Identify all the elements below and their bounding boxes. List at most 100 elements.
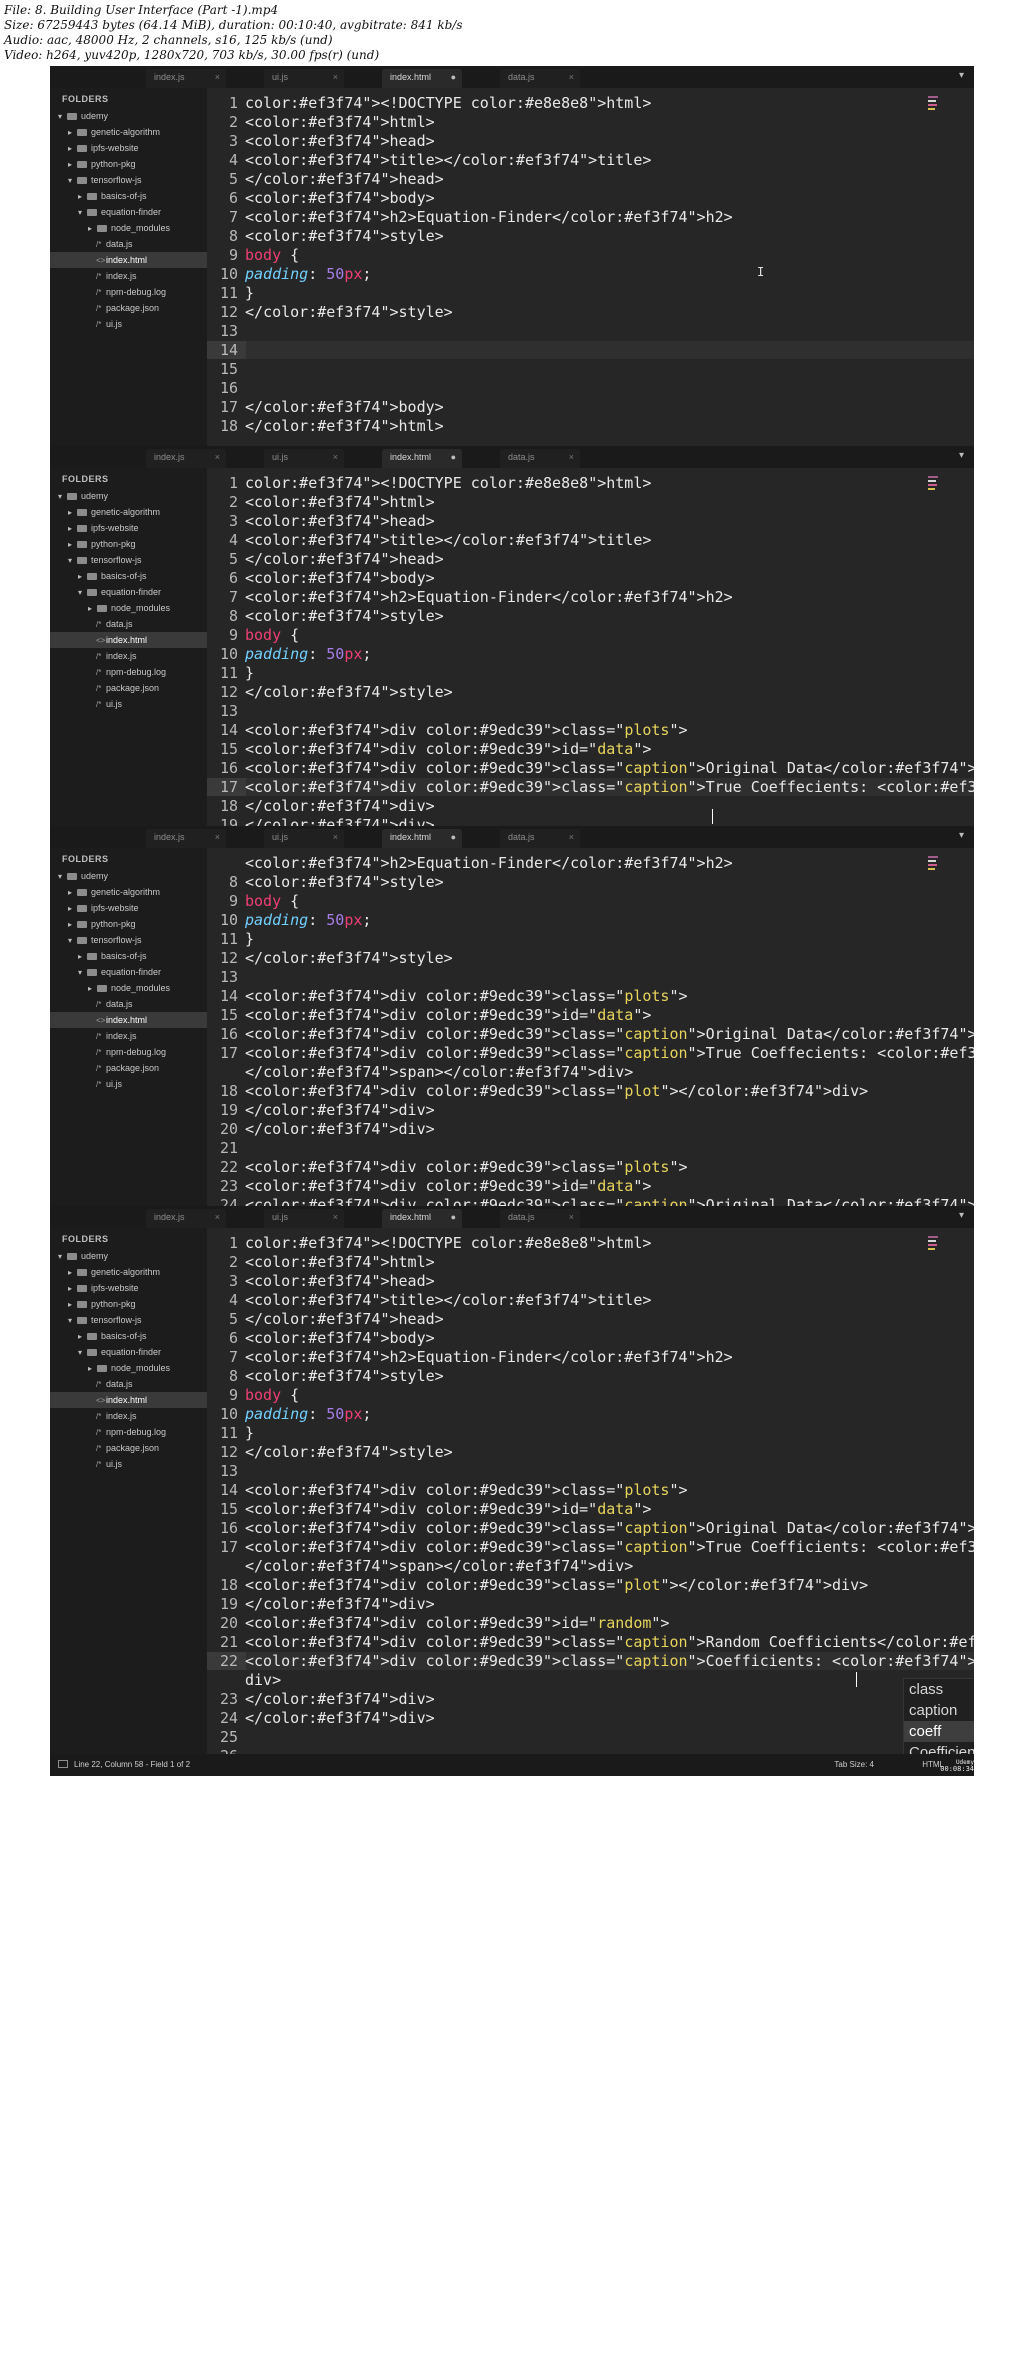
sidebar-item-ipfs-website[interactable]: ▸ ipfs-website	[50, 520, 207, 536]
sidebar-item-node-modules[interactable]: ▸ node_modules	[50, 220, 207, 236]
code-line[interactable]: 15 <color:#ef3f74">div color:#9edc39">id…	[207, 1500, 974, 1519]
code-line[interactable]: 9 body {	[207, 892, 974, 911]
tab-menu-icon[interactable]: ▾	[959, 70, 964, 81]
close-icon[interactable]: ×	[333, 1212, 338, 1222]
sidebar-item-tensorflow-js[interactable]: ▾ tensorflow-js	[50, 172, 207, 188]
code-line[interactable]: 12 </color:#ef3f74">style>	[207, 303, 974, 322]
code-line[interactable]: 14 <color:#ef3f74">div color:#9edc39">cla…	[207, 1481, 974, 1500]
code-line[interactable]: 20 <color:#ef3f74">div color:#9edc39">id…	[207, 1614, 974, 1633]
code-line[interactable]: 15	[207, 360, 974, 379]
code-line[interactable]: 10 padding: 50px;	[207, 911, 974, 930]
code-line[interactable]: 17 <color:#ef3f74">div color:#9edc39">cl…	[207, 1044, 974, 1063]
code-line[interactable]: div>	[207, 1671, 974, 1690]
code-line[interactable]: 9 body {	[207, 246, 974, 265]
code-line[interactable]: 5 </color:#ef3f74">head>	[207, 1310, 974, 1329]
sidebar-item-npm-debug-log[interactable]: /* npm-debug.log	[50, 1044, 207, 1060]
close-icon[interactable]: ×	[569, 1212, 574, 1222]
code-line[interactable]: 20 </color:#ef3f74">div>	[207, 1120, 974, 1139]
sidebar-item-equation-finder[interactable]: ▾ equation-finder	[50, 1344, 207, 1360]
tab-index-html[interactable]: index.html ●	[382, 69, 462, 88]
sidebar-item-basics-of-js[interactable]: ▸ basics-of-js	[50, 1328, 207, 1344]
code-line[interactable]: 7 <color:#ef3f74">h2>Equation-Finder</col…	[207, 1348, 974, 1367]
code-line[interactable]: 22 <color:#ef3f74">div color:#9edc39">cl…	[207, 1652, 974, 1671]
close-icon[interactable]: ×	[569, 72, 574, 82]
sidebar-item-package-json[interactable]: /* package.json	[50, 300, 207, 316]
sidebar-item-ui-js[interactable]: /* ui.js	[50, 696, 207, 712]
code-line[interactable]: 1 color:#ef3f74"><!DOCTYPE color:#e8e8e8"…	[207, 1234, 974, 1253]
sidebar-item-tensorflow-js[interactable]: ▾ tensorflow-js	[50, 552, 207, 568]
tab-index-js[interactable]: index.js ×	[146, 1209, 226, 1228]
code-line[interactable]: 8 <color:#ef3f74">style>	[207, 227, 974, 246]
code-line[interactable]: 16	[207, 379, 974, 398]
code-line[interactable]: 2 <color:#ef3f74">html>	[207, 493, 974, 512]
code-line[interactable]: 13	[207, 968, 974, 987]
sidebar-item-ui-js[interactable]: /* ui.js	[50, 1456, 207, 1472]
code-line[interactable]: 10 padding: 50px;	[207, 265, 974, 284]
code-line[interactable]: 3 <color:#ef3f74">head>	[207, 132, 974, 151]
code-line[interactable]: 4 <color:#ef3f74">title></color:#ef3f74"…	[207, 151, 974, 170]
close-icon[interactable]: ×	[215, 452, 220, 462]
code-line[interactable]: </color:#ef3f74">span></color:#ef3f74">d…	[207, 1063, 974, 1082]
code-line[interactable]: 1 color:#ef3f74"><!DOCTYPE color:#e8e8e8"…	[207, 474, 974, 493]
code-line[interactable]: 25	[207, 1728, 974, 1747]
code-line[interactable]: 17 </color:#ef3f74">body>	[207, 398, 974, 417]
tab-index-html[interactable]: index.html ●	[382, 1209, 462, 1228]
sidebar-item-data-js[interactable]: /* data.js	[50, 996, 207, 1012]
sidebar-item-udemy[interactable]: ▾ udemy	[50, 868, 207, 884]
code-line[interactable]: 2 <color:#ef3f74">html>	[207, 113, 974, 132]
tab-ui-js[interactable]: ui.js ×	[264, 1209, 344, 1228]
sidebar-item-data-js[interactable]: /* data.js	[50, 616, 207, 632]
code-line[interactable]: 1 color:#ef3f74"><!DOCTYPE color:#e8e8e8"…	[207, 94, 974, 113]
sidebar-item-equation-finder[interactable]: ▾ equation-finder	[50, 584, 207, 600]
code-line[interactable]: 4 <color:#ef3f74">title></color:#ef3f74"…	[207, 531, 974, 550]
code-line[interactable]: 13	[207, 702, 974, 721]
sidebar-item-genetic-algorithm[interactable]: ▸ genetic-algorithm	[50, 124, 207, 140]
code-line[interactable]: 12 </color:#ef3f74">style>	[207, 1443, 974, 1462]
code-line[interactable]: 15 <color:#ef3f74">div color:#9edc39">id…	[207, 1006, 974, 1025]
sidebar-item-node-modules[interactable]: ▸ node_modules	[50, 1360, 207, 1376]
code-line[interactable]: 3 <color:#ef3f74">head>	[207, 512, 974, 531]
tab-index-html[interactable]: index.html ●	[382, 449, 462, 468]
sidebar-item-index-html[interactable]: <>index.html	[50, 252, 207, 268]
sidebar-item-equation-finder[interactable]: ▾ equation-finder	[50, 964, 207, 980]
code-line[interactable]: 23 <color:#ef3f74">div color:#9edc39">id…	[207, 1177, 974, 1196]
code-line[interactable]: 8 <color:#ef3f74">style>	[207, 607, 974, 626]
code-editor[interactable]: 1 color:#ef3f74"><!DOCTYPE color:#e8e8e8"…	[207, 1228, 974, 1765]
code-line[interactable]: 18 <color:#ef3f74">div color:#9edc39">cl…	[207, 1576, 974, 1595]
code-line[interactable]: 10 padding: 50px;	[207, 645, 974, 664]
tab-menu-icon[interactable]: ▾	[959, 450, 964, 461]
code-line[interactable]: <color:#ef3f74">h2>Equation-Finder</colo…	[207, 854, 974, 873]
code-line[interactable]: 6 <color:#ef3f74">body>	[207, 189, 974, 208]
code-line[interactable]: 8 <color:#ef3f74">style>	[207, 1367, 974, 1386]
autocomplete-item[interactable]: class	[904, 1679, 974, 1700]
sidebar-item-basics-of-js[interactable]: ▸ basics-of-js	[50, 568, 207, 584]
sidebar-item-index-js[interactable]: /* index.js	[50, 648, 207, 664]
sidebar-item-udemy[interactable]: ▾ udemy	[50, 488, 207, 504]
sidebar-item-udemy[interactable]: ▾ udemy	[50, 1248, 207, 1264]
code-line[interactable]: 22 <color:#ef3f74">div color:#9edc39">cla…	[207, 1158, 974, 1177]
close-icon[interactable]: ×	[215, 832, 220, 842]
code-line[interactable]: 3 <color:#ef3f74">head>	[207, 1272, 974, 1291]
tab-index-js[interactable]: index.js ×	[146, 69, 226, 88]
unsaved-dot-icon[interactable]: ●	[451, 832, 456, 842]
code-line[interactable]: 24 </color:#ef3f74">div>	[207, 1709, 974, 1728]
sidebar-item-npm-debug-log[interactable]: /* npm-debug.log	[50, 664, 207, 680]
code-line[interactable]: 12 </color:#ef3f74">style>	[207, 683, 974, 702]
close-icon[interactable]: ×	[333, 832, 338, 842]
sidebar-item-index-html[interactable]: <>index.html	[50, 632, 207, 648]
code-line[interactable]: 19 </color:#ef3f74">div>	[207, 1595, 974, 1614]
sidebar-item-basics-of-js[interactable]: ▸ basics-of-js	[50, 948, 207, 964]
sidebar-item-ui-js[interactable]: /* ui.js	[50, 1076, 207, 1092]
sidebar-item-npm-debug-log[interactable]: /* npm-debug.log	[50, 1424, 207, 1440]
code-line[interactable]: 6 <color:#ef3f74">body>	[207, 569, 974, 588]
code-line[interactable]: 13	[207, 1462, 974, 1481]
sidebar-item-package-json[interactable]: /* package.json	[50, 680, 207, 696]
tab-ui-js[interactable]: ui.js ×	[264, 69, 344, 88]
sidebar-item-node-modules[interactable]: ▸ node_modules	[50, 600, 207, 616]
close-icon[interactable]: ×	[569, 832, 574, 842]
code-line[interactable]: 19 </color:#ef3f74">div>	[207, 1101, 974, 1120]
sidebar-item-udemy[interactable]: ▾ udemy	[50, 108, 207, 124]
sidebar-item-index-html[interactable]: <>index.html	[50, 1012, 207, 1028]
code-line[interactable]: 10 padding: 50px;	[207, 1405, 974, 1424]
sidebar-item-python-pkg[interactable]: ▸ python-pkg	[50, 156, 207, 172]
